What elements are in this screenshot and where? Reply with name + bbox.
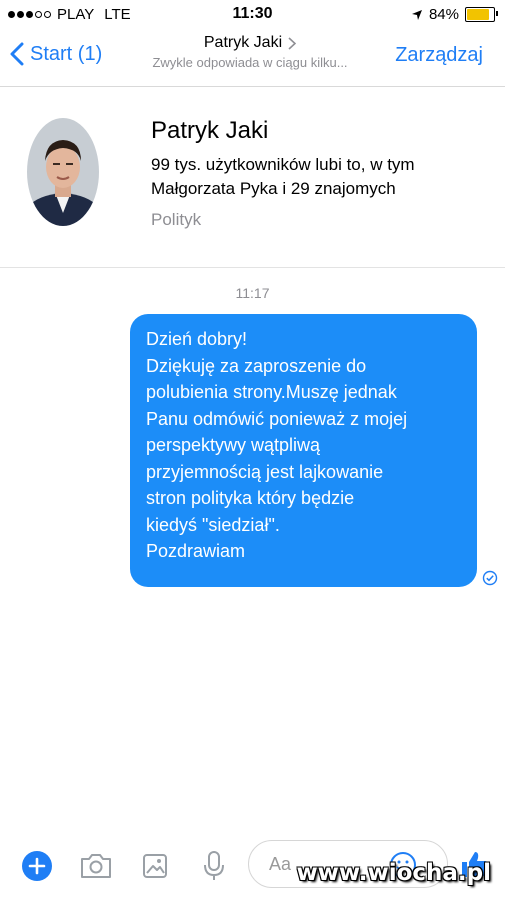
conversation-title: Patryk Jaki <box>203 34 283 51</box>
microphone-icon[interactable] <box>202 850 226 882</box>
status-bar: PLAY LTE 11:30 84% <box>0 0 505 30</box>
nav-bar: Start (1) Patryk Jaki Zwykle odpowiada w… <box>0 30 505 87</box>
plus-icon[interactable] <box>21 850 53 882</box>
image-icon[interactable] <box>141 852 169 880</box>
back-label: Start (1) <box>30 42 103 65</box>
chevron-right-icon <box>288 36 297 50</box>
message-bubble[interactable]: Dzień dobry! Dziękuję za zaproszenie do … <box>130 314 477 587</box>
likes-line-2: Małgorzata Pyka i 29 znajomych <box>151 179 396 198</box>
message-line: Dziękuję za zaproszenie do <box>146 355 367 376</box>
battery-percent: 84% <box>428 6 459 23</box>
back-button[interactable]: Start (1) <box>10 42 102 66</box>
message-timestamp: 11:17 <box>235 285 270 301</box>
location-arrow-icon <box>411 9 422 20</box>
likes-line-1: 99 tys. użytkowników lubi to, w tym <box>151 155 415 174</box>
chevron-left-icon <box>10 42 24 66</box>
profile-card: Patryk Jaki 99 tys. użytkowników lubi to… <box>0 87 505 268</box>
message-line: Dzień dobry! <box>146 329 248 349</box>
message-input-placeholder: Aa <box>269 854 292 874</box>
message-line: przyjemnością jest lajkowanie <box>146 461 384 482</box>
response-time-subtitle: Zwykle odpowiada w ciągu kilku... <box>152 55 348 70</box>
message-line: Pozdrawiam <box>146 541 246 561</box>
manage-button[interactable]: Zarządzaj <box>395 44 483 67</box>
camera-icon[interactable] <box>79 852 113 880</box>
conversation-header[interactable]: Patryk Jaki Zwykle odpowiada w ciągu kil… <box>120 34 380 70</box>
profile-category: Polityk <box>151 210 202 229</box>
message-line: Panu odmówić ponieważ z mojej <box>146 408 408 429</box>
message-line: kiedyś "siedział". <box>146 514 280 535</box>
profile-likes: 99 tys. użytkowników lubi to, w tym Małg… <box>151 153 481 201</box>
seen-check-icon <box>482 570 498 586</box>
status-right: 84% <box>411 6 498 23</box>
watermark: www.wiocha.pl <box>296 860 491 886</box>
message-line: polubienia strony.Muszę jednak <box>146 382 397 402</box>
battery-icon <box>465 7 498 22</box>
message-line: perspektywy wątpliwą <box>146 435 321 455</box>
profile-name: Patryk Jaki <box>151 117 269 144</box>
avatar[interactable] <box>26 117 100 227</box>
message-line: stron polityka który będzie <box>146 488 355 508</box>
